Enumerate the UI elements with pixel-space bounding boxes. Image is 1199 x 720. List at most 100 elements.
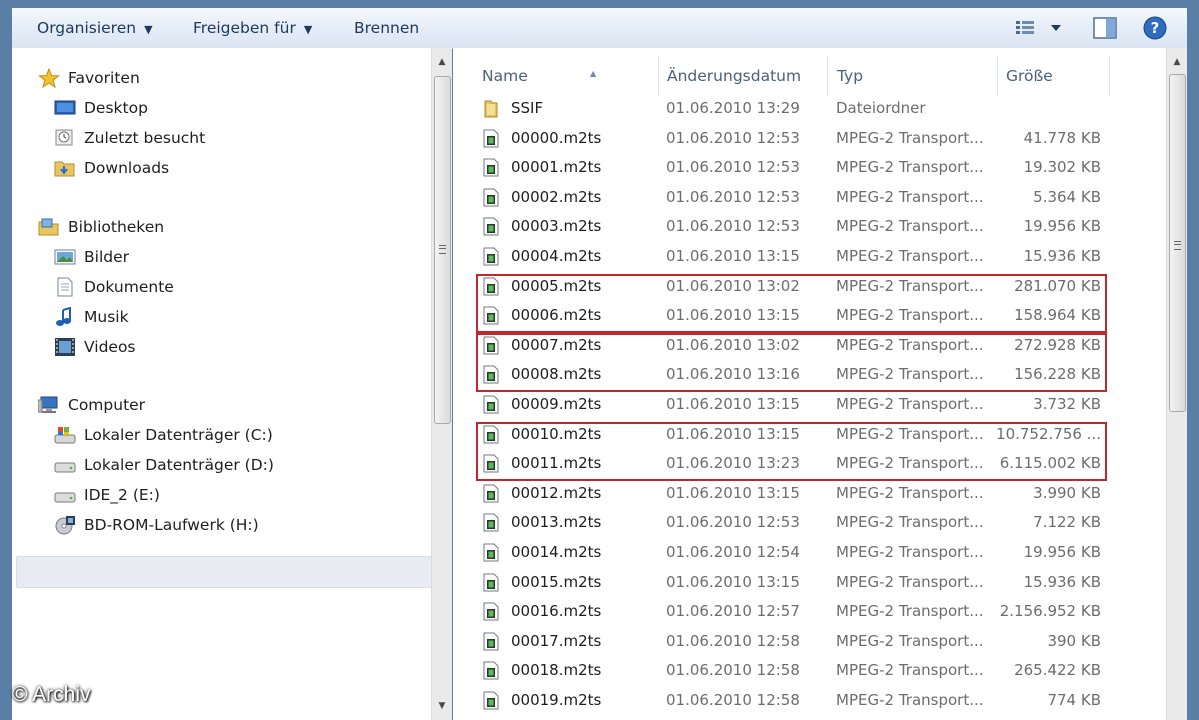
file-row[interactable]: 00003.m2ts 01.06.2010 12:53 MPEG-2 Transpo… bbox=[471, 212, 1111, 241]
nav-item-label: BD-ROM-Laufwerk (H:) bbox=[84, 516, 259, 534]
file-size: 265.422 KB bbox=[1014, 661, 1101, 680]
file-row[interactable]: 00017.m2ts 01.06.2010 12:58 MPEG-2 Transpo… bbox=[471, 627, 1111, 656]
video-file-icon bbox=[483, 484, 499, 503]
file-type: MPEG-2 Transport... bbox=[836, 513, 984, 532]
scrollbar-grip-icon bbox=[439, 245, 446, 254]
file-type: MPEG-2 Transport... bbox=[836, 395, 984, 413]
file-date: 01.06.2010 13:29 bbox=[666, 99, 800, 117]
scroll-up-arrow-icon[interactable]: ▲ bbox=[432, 52, 452, 72]
column-divider[interactable] bbox=[1109, 56, 1110, 96]
nav-item-label: Lokaler Datenträger (C:) bbox=[84, 426, 273, 444]
file-row[interactable]: 00013.m2ts 01.06.2010 12:53 MPEG-2 Transpo… bbox=[471, 508, 1111, 537]
file-size: 5.364 KB bbox=[1033, 187, 1101, 206]
help-button[interactable]: ? bbox=[1142, 16, 1168, 40]
file-name: 00012.m2ts bbox=[511, 483, 602, 502]
column-header-name[interactable]: Name ▲ bbox=[482, 56, 662, 96]
column-divider[interactable] bbox=[997, 56, 998, 96]
file-name: 00000.m2ts bbox=[511, 128, 602, 147]
column-header-type[interactable]: Typ bbox=[837, 56, 997, 96]
file-name: 00016.m2ts bbox=[511, 602, 602, 621]
column-name-label: Name bbox=[482, 67, 528, 85]
file-name: 00017.m2ts bbox=[511, 631, 602, 650]
scroll-down-arrow-icon[interactable]: ▼ bbox=[432, 696, 452, 716]
share-button[interactable]: Freigeben für ▼ bbox=[193, 8, 312, 48]
desktop-icon bbox=[54, 100, 76, 115]
column-header-size[interactable]: Größe bbox=[1006, 56, 1106, 96]
file-row[interactable]: 00012.m2ts 01.06.2010 13:15 MPEG-2 Transpo… bbox=[471, 479, 1111, 508]
file-name: 00018.m2ts bbox=[511, 661, 602, 680]
command-bar: Organisieren ▼ Freigeben für ▼ Brennen ? bbox=[12, 8, 1187, 49]
file-type: MPEG-2 Transport... bbox=[836, 247, 984, 265]
file-date: 01.06.2010 13:15 bbox=[666, 395, 800, 413]
file-date: 01.06.2010 12:53 bbox=[666, 128, 800, 147]
column-divider[interactable] bbox=[658, 56, 659, 96]
downloads-folder-icon bbox=[54, 161, 75, 177]
file-size: 390 KB bbox=[1047, 631, 1101, 650]
svg-text:?: ? bbox=[1151, 19, 1160, 37]
nav-scrollbar[interactable]: ▲ ▼ bbox=[431, 48, 452, 720]
file-row[interactable]: 00015.m2ts 01.06.2010 13:15 MPEG-2 Transpo… bbox=[471, 568, 1111, 597]
scroll-up-arrow-icon[interactable]: ▲ bbox=[1167, 52, 1187, 72]
file-type: MPEG-2 Transport... bbox=[836, 572, 984, 591]
file-date: 01.06.2010 13:15 bbox=[666, 247, 800, 265]
organize-label: Organisieren bbox=[37, 19, 137, 37]
nav-item-label: IDE_2 (E:) bbox=[84, 486, 160, 504]
file-row[interactable]: 00016.m2ts 01.06.2010 12:57 MPEG-2 Transpo… bbox=[471, 597, 1111, 626]
scrollbar-thumb[interactable] bbox=[434, 76, 451, 424]
file-type: MPEG-2 Transport... bbox=[836, 217, 984, 236]
file-type: MPEG-2 Transport... bbox=[836, 483, 984, 502]
video-file-icon bbox=[483, 188, 499, 207]
file-date: 01.06.2010 12:53 bbox=[666, 217, 800, 236]
video-file-icon bbox=[483, 247, 499, 266]
file-size: 41.778 KB bbox=[1023, 128, 1101, 147]
file-row[interactable]: 00014.m2ts 01.06.2010 12:54 MPEG-2 Transpo… bbox=[471, 538, 1111, 567]
view-options-button[interactable] bbox=[1014, 16, 1066, 40]
file-date: 01.06.2010 12:58 bbox=[666, 691, 800, 709]
file-row[interactable]: 00018.m2ts 01.06.2010 12:58 MPEG-2 Transpo… bbox=[471, 656, 1111, 685]
file-size: 19.956 KB bbox=[1023, 543, 1101, 561]
file-name: 00004.m2ts bbox=[511, 247, 602, 265]
video-file-icon bbox=[483, 602, 499, 621]
nav-computer-label: Computer bbox=[68, 396, 146, 414]
highlight-box bbox=[476, 422, 1107, 481]
organize-button[interactable]: Organisieren ▼ bbox=[37, 8, 153, 48]
file-size: 774 KB bbox=[1047, 691, 1101, 709]
file-size: 15.936 KB bbox=[1023, 247, 1101, 265]
file-row[interactable]: 00019.m2ts 01.06.2010 12:58 MPEG-2 Transpo… bbox=[471, 686, 1111, 715]
file-date: 01.06.2010 12:53 bbox=[666, 187, 800, 206]
nav-item-label: Videos bbox=[84, 338, 136, 356]
file-type: MPEG-2 Transport... bbox=[836, 602, 984, 621]
video-file-icon bbox=[483, 513, 499, 532]
music-icon bbox=[56, 307, 71, 326]
file-row[interactable]: SSIF 01.06.2010 13:29 Dateiordner bbox=[471, 94, 1111, 123]
scrollbar-thumb[interactable] bbox=[1169, 74, 1186, 412]
file-row[interactable]: 00001.m2ts 01.06.2010 12:53 MPEG-2 Transpo… bbox=[471, 153, 1111, 182]
file-name: 00019.m2ts bbox=[511, 691, 602, 709]
column-header-date[interactable]: Änderungsdatum bbox=[667, 56, 827, 96]
column-divider[interactable] bbox=[827, 56, 828, 96]
file-type: Dateiordner bbox=[836, 99, 926, 117]
file-row[interactable]: 00009.m2ts 01.06.2010 13:15 MPEG-2 Transpo… bbox=[471, 390, 1111, 419]
file-size: 2.156.952 KB bbox=[999, 602, 1101, 621]
file-size: 15.936 KB bbox=[1023, 572, 1101, 591]
documents-icon bbox=[57, 277, 73, 297]
file-row[interactable]: 00000.m2ts 01.06.2010 12:53 MPEG-2 Transpo… bbox=[471, 124, 1111, 153]
file-row[interactable]: 00002.m2ts 01.06.2010 12:53 MPEG-2 Transpo… bbox=[471, 183, 1111, 212]
file-list-scrollbar[interactable]: ▲ bbox=[1166, 48, 1187, 720]
nav-libraries-label: Bibliotheken bbox=[68, 218, 165, 236]
file-type: MPEG-2 Transport... bbox=[836, 187, 984, 206]
computer-icon bbox=[38, 396, 58, 413]
pictures-icon bbox=[54, 249, 76, 265]
file-date: 01.06.2010 12:53 bbox=[666, 513, 800, 532]
file-name: 00015.m2ts bbox=[511, 572, 602, 591]
folder-icon bbox=[483, 99, 499, 118]
recent-places-icon bbox=[55, 129, 73, 146]
file-name: 00013.m2ts bbox=[511, 513, 602, 532]
burn-button[interactable]: Brennen bbox=[354, 8, 419, 48]
preview-pane-button[interactable] bbox=[1092, 16, 1118, 40]
file-type: MPEG-2 Transport... bbox=[836, 661, 984, 680]
file-row[interactable]: 00004.m2ts 01.06.2010 13:15 MPEG-2 Transpo… bbox=[471, 242, 1111, 271]
libraries-icon bbox=[38, 218, 59, 236]
nav-item-label: Desktop bbox=[84, 99, 148, 117]
nav-item-label: Lokaler Datenträger (D:) bbox=[84, 456, 274, 474]
